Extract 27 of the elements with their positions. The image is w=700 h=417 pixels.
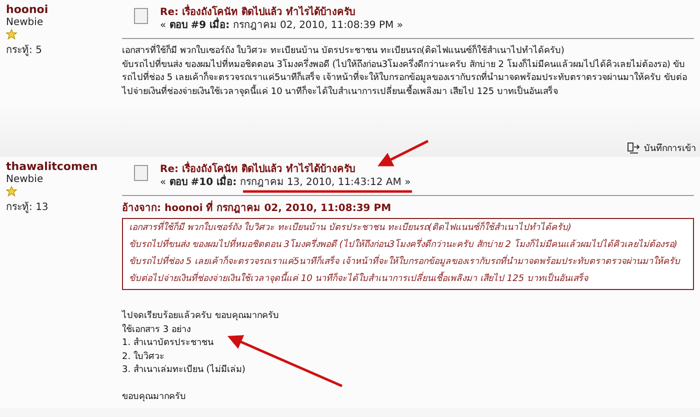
post-text: 1. สำเนาบัตรประชาชน — [122, 337, 214, 350]
post-meta: « ตอบ #10 เมื่อ: กรกฎาคม 13, 2010, 11:43:12 AM » — [160, 177, 411, 189]
document-icon — [134, 8, 148, 24]
post-count: 5 — [36, 45, 42, 56]
post-text: ไปจดเรียบร้อยแล้วครับ ขอบคุณมากครับ — [122, 310, 280, 323]
post-meta: « ตอบ #9 เมื่อ: กรกฎาคม 02, 2010, 11:08:39 PM » — [160, 20, 403, 32]
post-text: 3. สำเนาเล่มทะเบียน (ไม่มีเล่ม) — [122, 364, 246, 377]
member-rank: Newbie — [6, 16, 44, 29]
quote-text: เอกสารที่ใช้ก็มี พวกใบเซอร์ถัง ใบวิศวะ ทะเบียนบ้าน บัตรประชาชน ทะเบียนรถ(ติดไฟแนนซ์ก็ใช้สำเนาไปทำได้ครับ) ขับรถไปที่ขนส่ง ของผมไปที่หมอชิตตอน 3โมงครึ่งพอดี (ไปให้ถึงก่อน3โมงครึ่งดีกว่านะครับ สักบ่าย 2 โมงก็ไม่มีคนแล้วผมไปได้คิวเลยไม่ต้องรอ) ขับรถไปที่ช่อง 5 เลยเค้าก็จะตรวจรถเราแค่5นาทีก็เสร็จ เจ้าหน้าที่จะให้ใบกรอกข้อมูลของเรากับรถที่นำมาจดพร้อมประทับตราตรวจผ่านมาให้ครับ ขับต่อไปจ่ายเงินที่ช่องจ่ายเงินใช้เวลาจุดนี้แค่ 10 นาทีก็จะได้ใบสำเนาการเปลี่ยนเชื้อเพลิงมา เสียไป 125 บาทเป็นอันเสร็จ — [122, 218, 694, 290]
star-icon — [6, 186, 17, 197]
star-icon — [6, 29, 17, 40]
post-text: เอกสารที่ใช้ก็มี พวกใบเซอร์ถัง ใบวิศวะ ทะเบียนบ้าน บัตรประชาชน ทะเบียนรถ(ติดไฟแนนซ์ก็ใช้สำเนาไปทำได้ครับ) — [122, 45, 694, 58]
post-text: ขับรถไปที่ขนส่ง ของผมไปที่หมอชิตตอน 3โมงครึ่งพอดี (ไปให้ถึงก่อน3โมงครึ่งดีกว่านะครับ สักบ่าย 2 โมงก็ไม่มีคนแล้วผมไปได้คิวเลยไม่ต้องรอ) ขับรถไปที่ช่อง 5 เลยเค้าก็จะตรวจรถเราแค่5นาทีก็เสร็จ เจ้าหน้าที่จะให้ใบกรอกข้อมูลของเรากับรถที่นำมาจดพร้อมประทับตราตรวจผ่านมาให้ครับ ขับต่อไปจ่ายเงินที่ช่องจ่ายเงินใช้เวลาจุดนี้แค่ 10 นาทีก็จะได้ใบสำเนาการเปลี่ยนเชื้อเพลิงมา เสียไป 125 บาทเป็นอันเสร็จ — [122, 58, 688, 98]
post-count-label: กระทู้: — [6, 202, 32, 213]
post-count: 13 — [36, 202, 48, 213]
quote-header: อ้างจาก: hoonoi ที่ กรกฎาคม 02, 2010, 11:08:39 PM — [122, 202, 694, 216]
author-name[interactable]: hoonoi — [6, 3, 122, 16]
post-text: 2. ใบวิศวะ — [122, 350, 166, 364]
post-count-label: กระทู้: — [6, 45, 32, 56]
member-rank: Newbie — [6, 173, 44, 186]
login-icon — [627, 142, 641, 154]
annotation-arrow — [378, 140, 429, 166]
post-text: ขอบคุณมากครับ — [122, 390, 187, 404]
author-name[interactable]: thawalitcomen — [6, 160, 122, 173]
post-text: ใช้เอกสาร 3 อย่าง — [122, 324, 192, 336]
login-record-link[interactable]: บันทึกการเข้า — [644, 141, 696, 155]
document-icon — [134, 165, 148, 181]
